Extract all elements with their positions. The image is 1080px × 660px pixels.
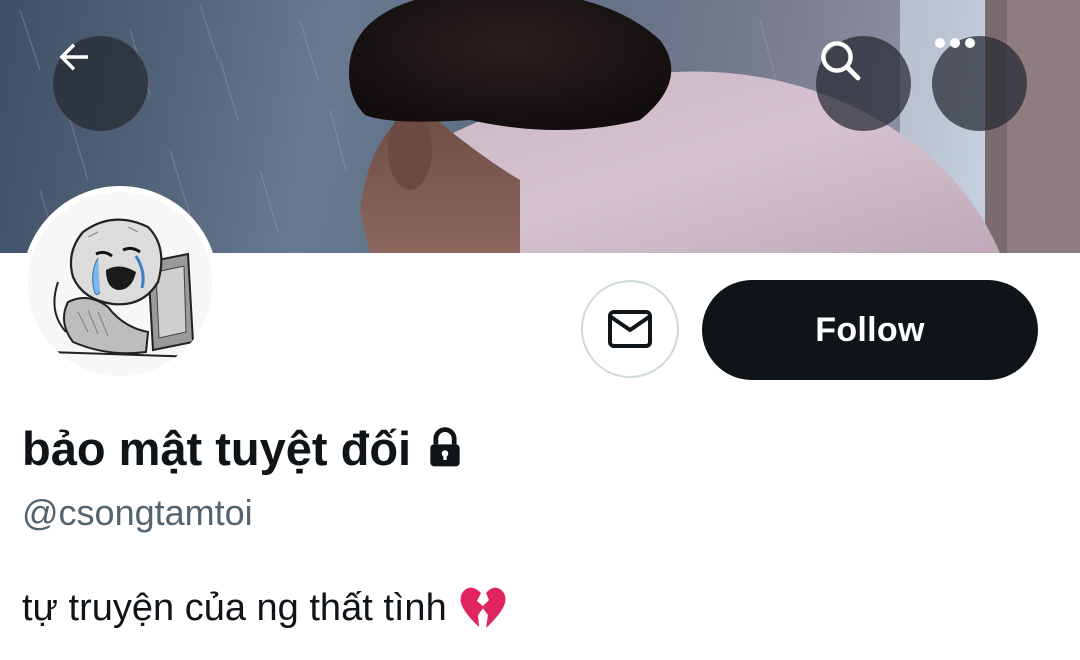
display-name: bảo mật tuyệt đối: [22, 421, 412, 475]
message-button[interactable]: [581, 280, 679, 378]
search-button[interactable]: [816, 36, 911, 131]
profile-bio: tự truyện của ng thất tình: [22, 585, 507, 631]
back-button[interactable]: [53, 36, 148, 131]
more-horizontal-icon: [935, 38, 975, 48]
more-options-button[interactable]: [932, 36, 1027, 131]
arrow-left-icon: [59, 43, 88, 71]
envelope-icon: [608, 310, 652, 348]
follow-button[interactable]: Follow: [702, 280, 1038, 380]
display-name-row: bảo mật tuyệt đối: [22, 418, 467, 478]
crying-meme-drawing: [28, 192, 212, 376]
profile-page: Follow bảo mật tuyệt đối @csongtamtoi tự…: [0, 0, 1080, 660]
broken-heart-icon: [459, 585, 507, 631]
search-icon: [821, 41, 861, 81]
bio-text: tự truyện của ng thất tình: [22, 586, 447, 629]
username-handle: @csongtamtoi: [22, 492, 253, 533]
avatar-image: [28, 192, 212, 376]
profile-avatar[interactable]: [22, 186, 218, 382]
lock-icon: [423, 426, 467, 470]
